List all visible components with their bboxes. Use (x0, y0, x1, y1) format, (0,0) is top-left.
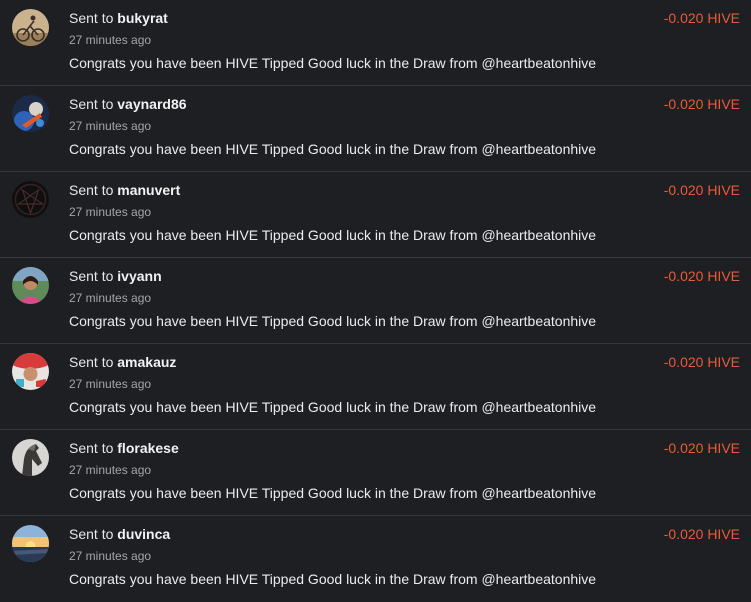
transfer-memo: Congrats you have been HIVE Tipped Good … (69, 485, 597, 501)
avatar[interactable] (12, 353, 49, 390)
recipient-username[interactable]: amakauz (117, 354, 176, 370)
person-portrait-avatar (12, 267, 49, 304)
transfer-memo: Congrats you have been HIVE Tipped Good … (69, 313, 597, 329)
horse-avatar (12, 439, 49, 476)
transfer-row: Sent to ivyann 27 minutes ago Congrats y… (0, 258, 751, 344)
transfer-memo: Congrats you have been HIVE Tipped Good … (69, 55, 597, 71)
recipient-username[interactable]: vaynard86 (117, 96, 186, 112)
transfer-amount: -0.020 HIVE (663, 440, 740, 456)
transfer-amount: -0.020 HIVE (663, 526, 740, 542)
transfer-memo: Congrats you have been HIVE Tipped Good … (69, 571, 597, 587)
transfer-list: Sent to bukyrat 27 minutes ago Congrats … (0, 0, 751, 602)
avatar[interactable] (12, 95, 49, 132)
transfer-row: Sent to vaynard86 27 minutes ago Congrat… (0, 86, 751, 172)
pentagram-avatar (12, 181, 49, 218)
transfer-memo: Congrats you have been HIVE Tipped Good … (69, 141, 597, 157)
transfer-prefix: Sent to (69, 354, 114, 370)
sunset-avatar (12, 525, 49, 562)
transfer-title: Sent to amakauz (69, 354, 176, 370)
transfer-amount: -0.020 HIVE (663, 354, 740, 370)
transfer-amount: -0.020 HIVE (663, 268, 740, 284)
timestamp: 27 minutes ago (69, 291, 152, 305)
timestamp: 27 minutes ago (69, 205, 152, 219)
transfer-row: Sent to duvinca 27 minutes ago Congrats … (0, 516, 751, 602)
transfer-memo: Congrats you have been HIVE Tipped Good … (69, 399, 597, 415)
transfer-memo: Congrats you have been HIVE Tipped Good … (69, 227, 597, 243)
avatar[interactable] (12, 439, 49, 476)
transfer-prefix: Sent to (69, 10, 114, 26)
avatar[interactable] (12, 267, 49, 304)
timestamp: 27 minutes ago (69, 377, 152, 391)
transfer-row: Sent to manuvert 27 minutes ago Congrats… (0, 172, 751, 258)
blue-figure-avatar (12, 95, 49, 132)
transfer-title: Sent to ivyann (69, 268, 162, 284)
cyclist-photo-avatar (12, 9, 49, 46)
transfer-prefix: Sent to (69, 182, 114, 198)
transfer-amount: -0.020 HIVE (663, 10, 740, 26)
transfer-amount: -0.020 HIVE (663, 182, 740, 198)
transfer-prefix: Sent to (69, 96, 114, 112)
transfer-prefix: Sent to (69, 440, 114, 456)
transfer-amount: -0.020 HIVE (663, 96, 740, 112)
red-white-avatar (12, 353, 49, 390)
transfer-row: Sent to florakese 27 minutes ago Congrat… (0, 430, 751, 516)
transfer-row: Sent to amakauz 27 minutes ago Congrats … (0, 344, 751, 430)
avatar[interactable] (12, 9, 49, 46)
transfer-row: Sent to bukyrat 27 minutes ago Congrats … (0, 0, 751, 86)
recipient-username[interactable]: manuvert (117, 182, 180, 198)
transfer-title: Sent to vaynard86 (69, 96, 187, 112)
recipient-username[interactable]: duvinca (117, 526, 170, 542)
timestamp: 27 minutes ago (69, 463, 152, 477)
recipient-username[interactable]: ivyann (117, 268, 161, 284)
timestamp: 27 minutes ago (69, 119, 152, 133)
transfer-title: Sent to duvinca (69, 526, 170, 542)
transfer-title: Sent to florakese (69, 440, 179, 456)
avatar[interactable] (12, 525, 49, 562)
avatar[interactable] (12, 181, 49, 218)
transfer-title: Sent to bukyrat (69, 10, 168, 26)
transfer-title: Sent to manuvert (69, 182, 180, 198)
timestamp: 27 minutes ago (69, 33, 152, 47)
timestamp: 27 minutes ago (69, 549, 152, 563)
recipient-username[interactable]: florakese (117, 440, 178, 456)
transfer-prefix: Sent to (69, 268, 114, 284)
recipient-username[interactable]: bukyrat (117, 10, 168, 26)
transfer-prefix: Sent to (69, 526, 114, 542)
